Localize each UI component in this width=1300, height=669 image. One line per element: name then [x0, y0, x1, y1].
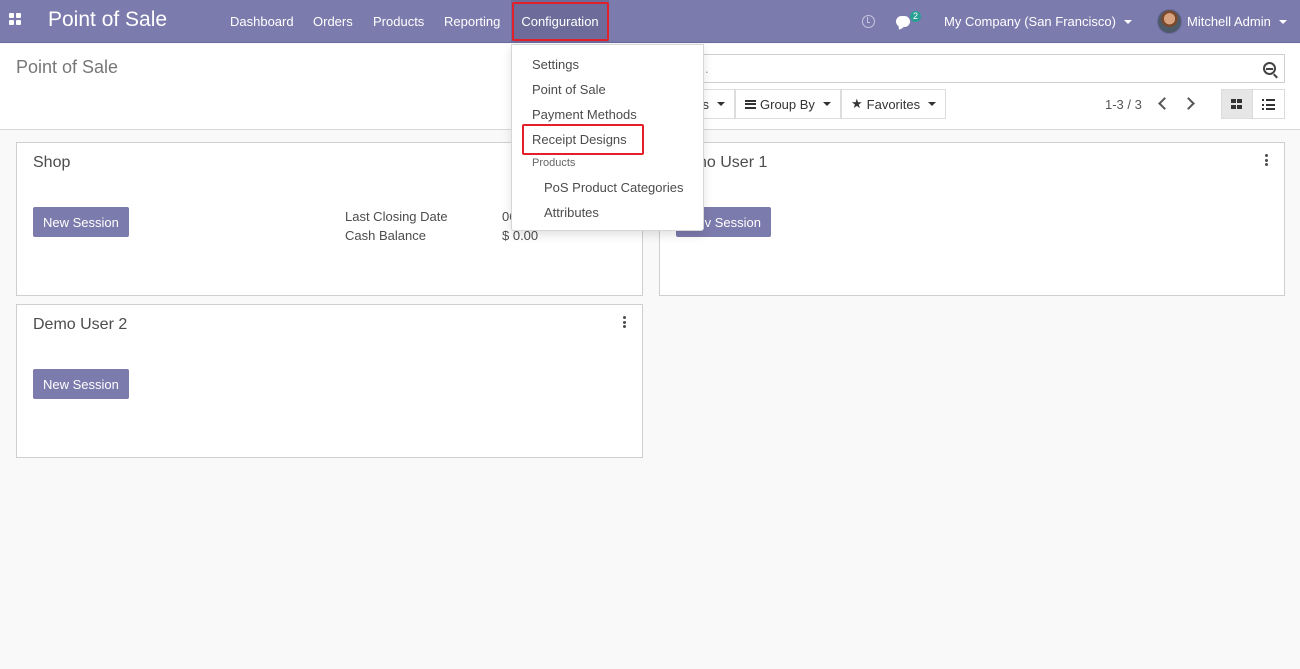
search-input[interactable]: .: [660, 54, 1285, 83]
chevron-right-icon[interactable]: [1182, 97, 1195, 110]
favorites-button[interactable]: ★ Favorites: [841, 89, 946, 119]
messages-chat-icon[interactable]: [896, 0, 910, 43]
search-placeholder: .: [705, 61, 709, 76]
chevron-left-icon[interactable]: [1158, 97, 1171, 110]
menu-orders[interactable]: Orders: [303, 0, 363, 43]
breadcrumb: Point of Sale: [16, 57, 119, 77]
chevron-down-icon: [1278, 19, 1287, 24]
group-by-label: Group By: [760, 96, 815, 112]
menu-item-attributes[interactable]: Attributes: [544, 205, 599, 220]
menu-dashboard[interactable]: Dashboard: [220, 0, 304, 43]
card-title: no User 1: [698, 154, 768, 171]
company-switcher[interactable]: My Company (San Francisco): [944, 0, 1132, 43]
new-session-button[interactable]: New Session: [33, 207, 129, 237]
list-icon: [1262, 99, 1275, 110]
configuration-dropdown: Settings Point of Sale Payment Methods R…: [511, 44, 704, 231]
company-name: My Company (San Francisco): [944, 14, 1116, 29]
user-name: Mitchell Admin: [1187, 14, 1271, 29]
cash-balance-label: Cash Balance: [345, 228, 426, 243]
menu-item-receipt-designs[interactable]: Receipt Designs: [532, 132, 627, 147]
chevron-down-icon: [717, 102, 725, 106]
menu-item-point-of-sale[interactable]: Point of Sale: [532, 82, 606, 97]
kebab-menu-icon[interactable]: [1265, 154, 1269, 166]
menu-item-pos-product-categories[interactable]: PoS Product Categories: [544, 180, 683, 195]
apps-grid-icon[interactable]: [9, 13, 23, 27]
grid-icon: [1231, 99, 1243, 110]
search-icon[interactable]: [1263, 62, 1276, 75]
favorites-label: Favorites: [866, 96, 921, 112]
bars-icon: [745, 99, 756, 109]
section-header-products: Products: [532, 157, 576, 169]
top-navbar: Point of Sale Dashboard Orders Products …: [0, 0, 1300, 43]
activity-clock-icon[interactable]: [862, 0, 875, 43]
kebab-menu-icon[interactable]: [623, 316, 627, 328]
pos-card-demo-user-1: no User 1 v Session: [659, 142, 1285, 296]
user-menu[interactable]: Mitchell Admin: [1157, 0, 1287, 43]
list-view-button[interactable]: [1252, 89, 1285, 119]
chevron-down-icon: [822, 102, 831, 106]
last-closing-label: Last Closing Date: [345, 209, 448, 224]
menu-products[interactable]: Products: [363, 0, 434, 43]
pos-card-demo-user-2: Demo User 2 New Session: [16, 304, 643, 458]
avatar: [1157, 9, 1182, 34]
chevron-down-icon: [928, 102, 937, 106]
group-by-button[interactable]: Group By: [735, 89, 841, 119]
new-session-button[interactable]: New Session: [33, 369, 129, 399]
pager-value[interactable]: 1-3 / 3: [1105, 97, 1142, 112]
card-title: Shop: [33, 154, 71, 171]
chevron-down-icon: [1123, 19, 1132, 24]
card-title: Demo User 2: [33, 316, 128, 333]
menu-reporting[interactable]: Reporting: [434, 0, 510, 43]
menu-configuration[interactable]: Configuration: [511, 0, 609, 43]
menu-item-settings[interactable]: Settings: [532, 57, 579, 72]
messages-count-badge: 2: [910, 11, 921, 22]
app-title: Point of Sale: [48, 8, 168, 31]
star-icon: ★: [851, 96, 863, 111]
kanban-view-button[interactable]: [1221, 89, 1253, 119]
menu-item-payment-methods[interactable]: Payment Methods: [532, 107, 637, 122]
